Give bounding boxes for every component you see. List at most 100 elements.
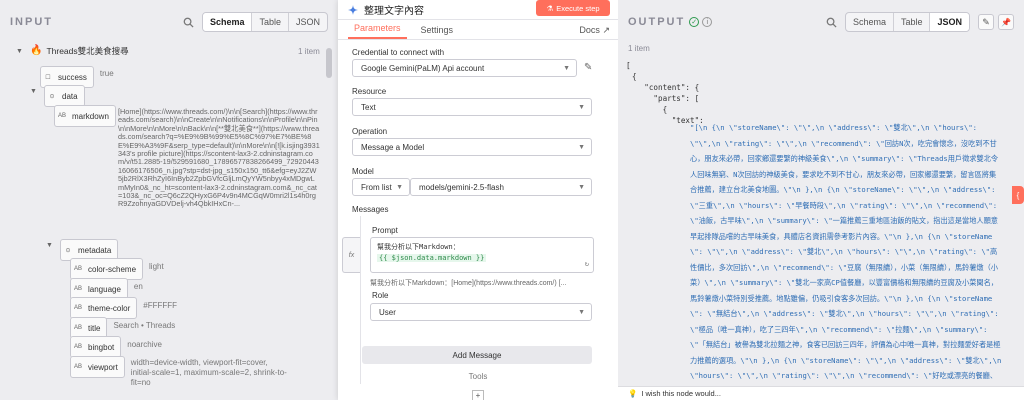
credential-value: Google Gemini(PaLM) Api account bbox=[361, 63, 485, 73]
output-view-table[interactable]: Table bbox=[894, 13, 931, 31]
chevron-down-icon: ▼ bbox=[396, 183, 403, 191]
operation-select[interactable]: Message a Model ▼ bbox=[352, 138, 592, 156]
prompt-expression: {{ $json.data.markdown }} bbox=[377, 254, 487, 262]
string-type-icon: AB bbox=[73, 305, 82, 311]
field-bingbot[interactable]: AB bingbot noarchive bbox=[70, 336, 162, 358]
tab-parameters[interactable]: Parameters bbox=[348, 23, 407, 39]
field-value: width=device-width, viewport-fit=cover, … bbox=[130, 358, 287, 387]
output-side-handle[interactable]: { bbox=[1012, 186, 1024, 204]
operation-label: Operation bbox=[352, 127, 388, 136]
field-value: Search • Threads bbox=[113, 321, 176, 330]
feedback-text: I wish this node would... bbox=[641, 389, 721, 398]
field-key: color-scheme bbox=[88, 264, 137, 274]
field-key: bingbot bbox=[88, 342, 115, 352]
string-type-icon: AB bbox=[57, 113, 66, 119]
lightbulb-icon: 💡 bbox=[628, 389, 638, 398]
resource-select[interactable]: Text ▼ bbox=[352, 98, 592, 116]
chevron-down-icon[interactable]: ▼ bbox=[46, 242, 54, 249]
input-view-json[interactable]: JSON bbox=[289, 13, 327, 31]
fire-icon: 🔥 bbox=[30, 45, 43, 56]
model-source-select[interactable]: From list ▼ bbox=[352, 178, 410, 196]
model-source-value: From list bbox=[361, 182, 392, 192]
string-type-icon: AB bbox=[73, 344, 82, 350]
string-type-icon: AB bbox=[73, 325, 82, 331]
field-value: light bbox=[149, 262, 164, 271]
input-view-schema[interactable]: Schema bbox=[202, 13, 253, 31]
node-settings-modal: 整理文字內容 ⚗ Execute step Parameters Setting… bbox=[338, 0, 618, 400]
modal-tabs: Parameters Settings bbox=[338, 20, 618, 40]
field-key: title bbox=[88, 323, 101, 333]
info-icon[interactable]: i bbox=[702, 17, 713, 27]
model-value: models/gemini-2.5-flash bbox=[419, 182, 504, 192]
field-value: noarchive bbox=[127, 340, 162, 349]
field-key: metadata bbox=[78, 245, 112, 255]
json-line: [ bbox=[626, 61, 631, 70]
resource-label: Resource bbox=[352, 87, 387, 96]
model-label: Model bbox=[352, 167, 374, 176]
add-tool-button[interactable]: + bbox=[472, 390, 484, 400]
chevron-down-icon[interactable]: ▼ bbox=[16, 48, 24, 55]
chevron-down-icon: ▼ bbox=[563, 64, 570, 72]
field-data[interactable]: ▼ ⊙ data bbox=[30, 85, 91, 107]
json-output: [ { "content": { "parts": [ { "text": bbox=[626, 60, 1006, 126]
chevron-down-icon: ▼ bbox=[578, 308, 585, 316]
messages-label: Messages bbox=[352, 205, 389, 214]
output-view-json[interactable]: JSON bbox=[930, 13, 969, 31]
credential-label: Credential to connect with bbox=[352, 48, 445, 57]
docs-link[interactable]: Docs ↗ bbox=[579, 25, 610, 36]
model-select[interactable]: models/gemini-2.5-flash ▼ bbox=[410, 178, 592, 196]
output-view-switch: Schema Table JSON bbox=[844, 12, 970, 32]
output-view-schema[interactable]: Schema bbox=[846, 13, 894, 31]
string-type-icon: AB bbox=[73, 286, 82, 292]
node-name: Threads雙北美食搜尋 bbox=[46, 46, 129, 56]
expand-icon[interactable]: ↻ bbox=[585, 259, 589, 270]
pin-icon[interactable]: 📌 bbox=[998, 14, 1014, 30]
pencil-icon[interactable]: ✎ bbox=[584, 62, 592, 73]
output-title: OUTPUT bbox=[628, 16, 686, 28]
chevron-down-icon: ▼ bbox=[578, 183, 585, 191]
json-line: { bbox=[626, 105, 668, 114]
edit-output-icon[interactable]: ✎ bbox=[978, 14, 994, 30]
field-markdown[interactable]: AB markdown bbox=[54, 105, 122, 127]
search-icon[interactable] bbox=[182, 15, 196, 29]
chevron-down-icon: ▼ bbox=[578, 143, 585, 151]
field-key: viewport bbox=[88, 362, 118, 372]
add-message-button[interactable]: Add Message bbox=[362, 346, 592, 364]
chevron-down-icon[interactable]: ▼ bbox=[30, 88, 38, 95]
role-value: User bbox=[379, 307, 396, 317]
success-check-icon: ✓ bbox=[689, 17, 700, 27]
json-line: "content": { bbox=[626, 83, 700, 92]
object-type-icon: ⊙ bbox=[49, 93, 55, 100]
prompt-input[interactable]: 幫我分析以下Markdown： {{ $json.data.markdown }… bbox=[370, 237, 594, 273]
field-key: data bbox=[62, 91, 78, 101]
gemini-icon bbox=[348, 4, 358, 15]
field-color-scheme[interactable]: AB color-scheme light bbox=[70, 258, 164, 280]
json-line: "parts": [ bbox=[626, 94, 700, 103]
field-viewport[interactable]: AB viewport width=device-width, viewport-… bbox=[70, 356, 291, 388]
input-header: INPUT Schema Table JSON bbox=[0, 0, 338, 44]
field-value: true bbox=[99, 69, 114, 78]
field-key: language bbox=[88, 284, 121, 294]
external-link-icon: ↗ bbox=[602, 25, 610, 35]
flask-icon: ⚗ bbox=[546, 3, 554, 13]
field-theme-color[interactable]: AB theme-color #FFFFFF bbox=[70, 297, 177, 319]
string-type-icon: AB bbox=[73, 266, 82, 272]
execute-step-button[interactable]: ⚗ Execute step bbox=[536, 0, 610, 16]
prompt-line: 幫我分析以下Markdown： bbox=[377, 243, 460, 251]
input-scrollbar[interactable] bbox=[326, 48, 332, 78]
input-view-table[interactable]: Table bbox=[252, 13, 289, 31]
resource-value: Text bbox=[361, 102, 376, 112]
input-item-count: 1 item bbox=[298, 47, 320, 56]
input-title: INPUT bbox=[10, 16, 53, 28]
field-value: en bbox=[133, 282, 143, 291]
role-select[interactable]: User ▼ bbox=[370, 303, 592, 321]
tab-settings[interactable]: Settings bbox=[415, 25, 460, 39]
docs-label: Docs bbox=[579, 25, 600, 35]
feedback-bar[interactable]: 💡 I wish this node would... bbox=[618, 386, 1024, 400]
node-row[interactable]: ▼ 🔥 Threads雙北美食搜尋 bbox=[16, 45, 129, 57]
credential-select[interactable]: Google Gemini(PaLM) Api account ▼ bbox=[352, 59, 577, 77]
chevron-down-icon: ▼ bbox=[578, 103, 585, 111]
tools-label: Tools bbox=[468, 372, 488, 381]
input-view-switch: Schema Table JSON bbox=[201, 12, 328, 32]
search-icon[interactable] bbox=[825, 15, 839, 29]
